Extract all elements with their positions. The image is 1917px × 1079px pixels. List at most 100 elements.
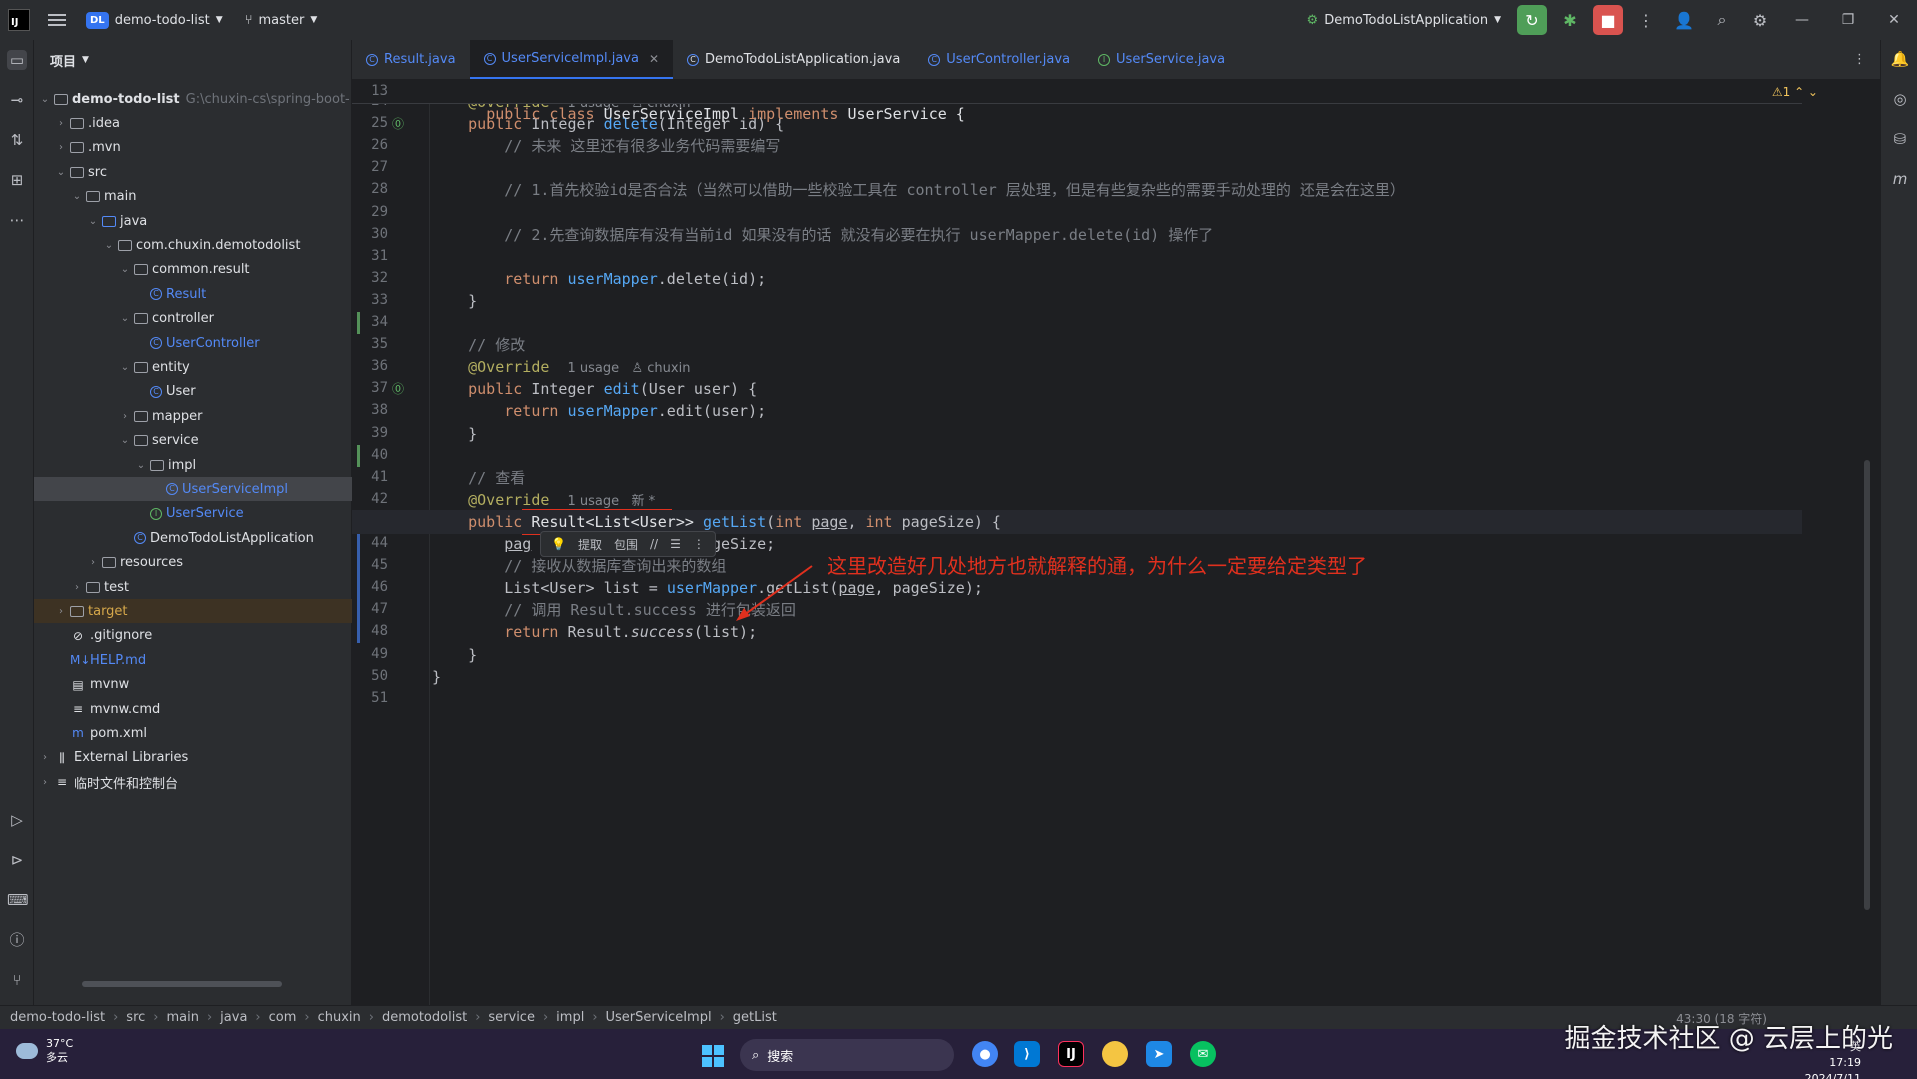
tree-item[interactable]: C User [34,380,352,404]
chevron-right-icon[interactable]: › [70,582,84,593]
line-number[interactable]: 39 [352,425,388,441]
project-tool-icon[interactable]: ▭ [7,50,27,70]
intellij-taskbar-icon[interactable]: IJ [1058,1041,1084,1067]
tree-item[interactable]: ⌄ controller [34,307,352,331]
code-editor[interactable]: 2425⓪262728293031323334353637⓪3839404142… [352,80,1880,1015]
chevron-right-icon[interactable]: › [54,606,68,617]
chevron-down-icon[interactable]: ⌄ [54,167,68,178]
line-number[interactable]: 41 [352,469,388,485]
format-icon[interactable]: ☰ [670,537,681,551]
horizontal-scrollbar[interactable] [82,981,282,987]
tree-item[interactable]: ⌄ demo-todo-list G:\chuxin-cs\spring-boot- [34,87,352,111]
line-number[interactable]: 25 [352,115,388,131]
run-icon[interactable]: ▷ [7,810,27,830]
code-line[interactable]: } [432,666,441,688]
lightbulb-icon[interactable]: 💡 [551,537,566,551]
more-actions-icon[interactable]: ⋮ [1631,5,1661,35]
sticky-header[interactable]: 13 public class UserServiceImpl implemen… [352,80,1802,123]
breadcrumb-item[interactable]: java [220,1010,247,1025]
line-number[interactable]: 31 [352,248,388,264]
main-menu-icon[interactable] [48,14,66,26]
vscode-icon[interactable]: ⟩ [1014,1041,1040,1067]
project-panel-header[interactable]: 项目 ▼ [34,40,351,80]
close-tab-icon[interactable]: ✕ [649,52,659,66]
code-line[interactable]: // 接收从数据库查询出来的数组 [432,555,726,577]
vertical-scrollbar[interactable] [1864,460,1870,910]
breadcrumb-item[interactable]: chuxin [318,1010,361,1025]
pull-requests-icon[interactable]: ⇅ [7,130,27,150]
chevron-right-icon[interactable]: › [118,411,132,422]
tree-item[interactable]: › target [34,599,352,624]
database-icon[interactable]: ⛁ [1890,130,1910,148]
terminal-icon[interactable]: ⌨ [7,890,29,910]
chevron-right-icon[interactable]: › [38,777,52,788]
code-line[interactable]: return userMapper.edit(user); [432,400,766,422]
chevron-down-icon[interactable]: ⌄ [118,362,132,373]
tree-item[interactable]: › mapper [34,404,352,428]
extract-button[interactable]: 提取 [578,536,602,553]
code-line[interactable]: // 1.首先校验id是否合法（当然可以借助一些校验工具在 controller… [432,179,1405,201]
tree-item[interactable]: › resources [34,551,352,575]
code-line[interactable]: // 调用 Result.success 进行包装返回 [432,599,796,621]
app-icon[interactable] [1102,1041,1128,1067]
weather-widget[interactable]: 37°C 多云 [16,1037,73,1065]
settings-gear-icon[interactable]: ⚙ [1745,5,1775,35]
line-number[interactable]: 49 [352,646,388,662]
line-number[interactable]: 30 [352,226,388,242]
line-number[interactable]: 37 [352,380,388,396]
code-line[interactable]: // 修改 [432,334,525,356]
project-switcher[interactable]: DL demo-todo-list ▼ [86,11,223,29]
tree-item[interactable]: ⌄ common.result [34,258,352,282]
tree-item[interactable]: ⌄ java [34,209,352,233]
tree-item[interactable]: ⌄ service [34,429,352,453]
tree-item[interactable]: ▤ mvnw [34,673,352,697]
line-number[interactable]: 29 [352,204,388,220]
line-number[interactable]: 28 [352,181,388,197]
debug-button[interactable]: ✱ [1555,5,1585,35]
tree-item[interactable]: I UserService [34,502,352,526]
breadcrumb-item[interactable]: UserServiceImpl [606,1010,712,1025]
breadcrumb-item[interactable]: getList [733,1010,777,1025]
breadcrumb-item[interactable]: demotodolist [382,1010,467,1025]
vcs-change-marker[interactable] [357,444,360,467]
git-icon[interactable]: ⑂ [7,970,27,990]
line-number[interactable]: 38 [352,402,388,418]
line-number[interactable]: 27 [352,159,388,175]
editor-tab[interactable]: I UserService.java [1084,40,1239,79]
breadcrumb-item[interactable]: service [488,1010,535,1025]
implements-method-icon[interactable]: ⓪ [392,115,404,132]
line-number[interactable]: 33 [352,292,388,308]
editor-tab[interactable]: C UserServiceImpl.java ✕ [469,40,674,79]
services-icon[interactable]: ⊳ [7,850,27,870]
code-line[interactable]: @Override 1 usage ♙ chuxin [432,356,690,378]
chevron-down-icon[interactable]: ⌄ [86,216,100,227]
tree-item[interactable]: C DemoTodoListApplication [34,526,352,550]
chevron-down-icon[interactable]: ⌄ [38,94,52,105]
tree-item[interactable]: › .mvn [34,136,352,160]
vcs-change-marker[interactable] [357,312,360,335]
line-number[interactable]: 42 [352,491,388,507]
tree-item[interactable]: ≡ mvnw.cmd [34,697,352,721]
editor-tab[interactable]: C Result.java [352,40,470,79]
ai-assistant-icon[interactable]: ◎ [1890,90,1910,108]
chevron-down-icon[interactable]: ⌄ [118,264,132,275]
rerun-button[interactable]: ↻ [1517,5,1547,35]
feishu-icon[interactable]: ➤ [1146,1041,1172,1067]
tree-item[interactable]: › ⫼ External Libraries [34,746,352,770]
close-window-button[interactable]: ✕ [1871,12,1917,28]
chevron-right-icon[interactable]: › [86,557,100,568]
line-number[interactable]: 51 [352,690,388,706]
line-number[interactable]: 50 [352,668,388,684]
taskbar-search[interactable]: ⌕ 搜索 [740,1039,954,1071]
line-number[interactable]: 35 [352,336,388,352]
tree-item[interactable]: C UserController [34,331,352,355]
code-line[interactable]: public Result<List<User>> getList(int pa… [432,511,1001,533]
notifications-icon[interactable]: 🔔 [1890,50,1910,68]
restore-button[interactable]: ❐ [1825,12,1871,28]
stop-button[interactable]: ■ [1593,5,1623,35]
chrome-icon[interactable]: ● [972,1041,998,1067]
implements-method-icon[interactable]: ⓪ [392,380,404,397]
more-icon[interactable]: ⋮ [693,537,705,551]
code-line[interactable]: @Override 1 usage 新 * [432,489,655,511]
tree-item[interactable]: M↓ HELP.md [34,648,352,672]
